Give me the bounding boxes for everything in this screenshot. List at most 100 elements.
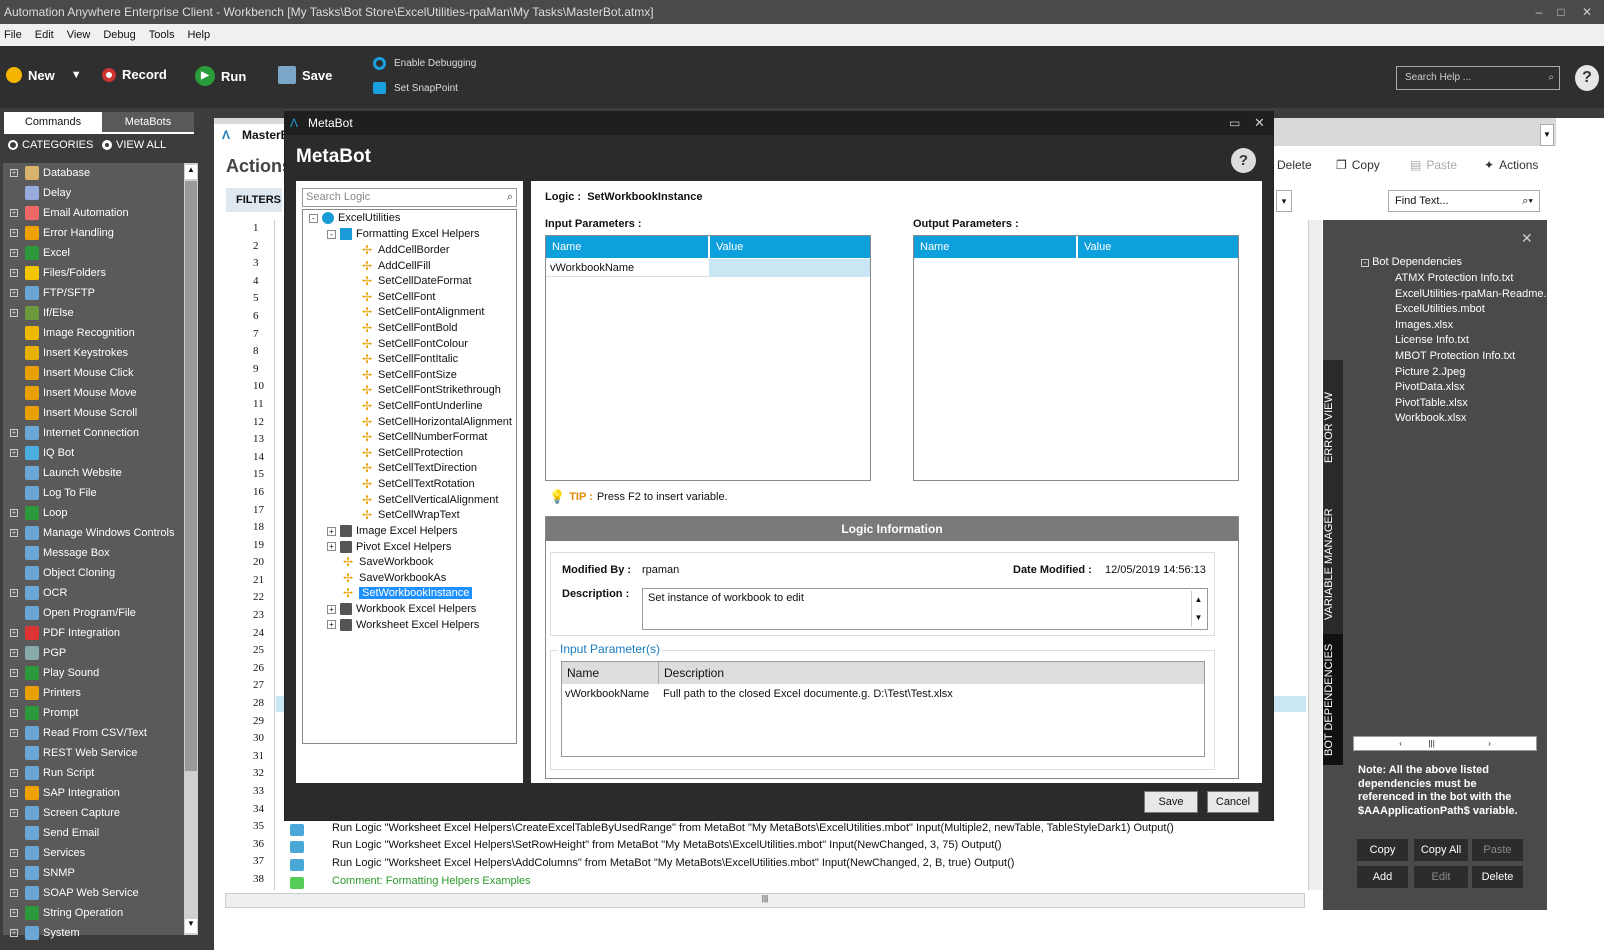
- scroll-up-icon[interactable]: ▲: [185, 165, 197, 179]
- dependency-item[interactable]: ExcelUtilities.mbot: [1395, 303, 1485, 315]
- tree-folder-formatting[interactable]: - Formatting Excel Helpers: [327, 228, 480, 240]
- expand-icon[interactable]: +: [10, 429, 18, 437]
- expand-icon[interactable]: +: [10, 929, 18, 937]
- tree-folder-workbook-excel-helpers[interactable]: + Workbook Excel Helpers: [327, 603, 476, 615]
- tab-dropdown-icon[interactable]: ▼: [1540, 124, 1554, 146]
- code-line[interactable]: Comment: Formatting Helpers Examples: [332, 875, 531, 887]
- tree-logic-setworkbookinstance[interactable]: ✢ SetWorkbookInstance: [343, 587, 473, 600]
- command-pgp[interactable]: + PGP: [3, 643, 187, 663]
- dependency-item[interactable]: PivotData.xlsx: [1395, 381, 1465, 393]
- command-sap-integration[interactable]: + SAP Integration: [3, 783, 187, 803]
- tree-logic-setcellfontsize[interactable]: ✢ SetCellFontSize: [362, 369, 457, 381]
- tab-masterbot[interactable]: Λ MasterBot: [214, 124, 301, 146]
- command-insert-mouse-move[interactable]: Insert Mouse Move: [3, 383, 187, 403]
- command-iq-bot[interactable]: + IQ Bot: [3, 443, 187, 463]
- chevron-down-icon[interactable]: ▼: [71, 69, 82, 81]
- collapse-icon[interactable]: -: [309, 213, 318, 223]
- delete-button[interactable]: Delete: [1472, 866, 1523, 888]
- copy-all-button[interactable]: Copy All: [1414, 839, 1468, 861]
- dialog-minimize-icon[interactable]: ▭: [1229, 111, 1240, 135]
- input-row-value-field[interactable]: [709, 259, 870, 277]
- paste-button[interactable]: Paste: [1472, 839, 1523, 861]
- code-line[interactable]: Run Logic "Worksheet Excel Helpers\AddCo…: [332, 857, 1014, 869]
- scroll-down-icon[interactable]: ▼: [185, 919, 197, 933]
- expand-icon[interactable]: +: [10, 209, 18, 217]
- expand-icon[interactable]: +: [10, 629, 18, 637]
- tree-logic-setcellhorizontalalignment[interactable]: ✢ SetCellHorizontalAlignment: [362, 416, 512, 428]
- help-icon[interactable]: ?: [1575, 65, 1599, 91]
- code-line[interactable]: Run Logic "Worksheet Excel Helpers\Creat…: [332, 822, 1174, 834]
- tree-logic-setcellfontalignment[interactable]: ✢ SetCellFontAlignment: [362, 306, 484, 318]
- tree-logic-setcellnumberformat[interactable]: ✢ SetCellNumberFormat: [362, 431, 487, 443]
- enable-debugging-button[interactable]: Enable Debugging: [373, 57, 476, 70]
- expand-icon[interactable]: +: [327, 620, 336, 630]
- delete-tool[interactable]: Delete: [1277, 158, 1312, 172]
- command-launch-website[interactable]: Launch Website: [3, 463, 187, 483]
- filter-dropdown-icon[interactable]: ▾: [1276, 190, 1292, 212]
- search-help-input[interactable]: Search Help ... ⌕: [1396, 66, 1560, 90]
- copy-tool[interactable]: ❐ Copy: [1336, 158, 1380, 172]
- expand-icon[interactable]: +: [10, 909, 18, 917]
- expand-icon[interactable]: +: [10, 529, 18, 537]
- dependency-item[interactable]: License Info.txt: [1395, 334, 1469, 346]
- dependency-item[interactable]: PivotTable.xlsx: [1395, 397, 1468, 409]
- record-button[interactable]: Record: [102, 67, 167, 82]
- command-services[interactable]: + Services: [3, 843, 187, 863]
- command-list-scrollbar[interactable]: ▲ ▼: [184, 163, 198, 935]
- expand-icon[interactable]: +: [10, 669, 18, 677]
- tree-logic-saveworkbook[interactable]: ✢ SaveWorkbook: [343, 556, 433, 568]
- minimize-icon[interactable]: –: [1530, 0, 1548, 24]
- menu-debug[interactable]: Debug: [99, 29, 144, 41]
- dependency-item[interactable]: Workbook.xlsx: [1395, 412, 1466, 424]
- dependency-item[interactable]: MBOT Protection Info.txt: [1395, 350, 1515, 362]
- command-insert-keystrokes[interactable]: Insert Keystrokes: [3, 343, 187, 363]
- search-logic-input[interactable]: Search Logic ⌕: [302, 188, 517, 207]
- tree-root[interactable]: - ExcelUtilities: [309, 212, 400, 224]
- command-delay[interactable]: Delay: [3, 183, 187, 203]
- tree-folder-image-excel-helpers[interactable]: + Image Excel Helpers: [327, 525, 458, 537]
- expand-icon[interactable]: +: [10, 809, 18, 817]
- command-string-operation[interactable]: + String Operation: [3, 903, 187, 923]
- command-read-from-csv-text[interactable]: + Read From CSV/Text: [3, 723, 187, 743]
- code-line[interactable]: Run Logic "Worksheet Excel Helpers\SetRo…: [332, 839, 1002, 851]
- command-object-cloning[interactable]: Object Cloning: [3, 563, 187, 583]
- dependency-item[interactable]: Picture 2.Jpeg: [1395, 366, 1465, 378]
- search-icon[interactable]: ⌕: [1548, 67, 1554, 89]
- tree-logic-saveworkbookas[interactable]: ✢ SaveWorkbookAs: [343, 572, 446, 584]
- tree-logic-setcellfontcolour[interactable]: ✢ SetCellFontColour: [362, 338, 468, 350]
- expand-icon[interactable]: +: [10, 789, 18, 797]
- command-ftp-sftp[interactable]: + FTP/SFTP: [3, 283, 187, 303]
- maximize-icon[interactable]: □: [1552, 0, 1570, 24]
- command-files-folders[interactable]: + Files/Folders: [3, 263, 187, 283]
- command-prompt[interactable]: + Prompt: [3, 703, 187, 723]
- set-snappoint-button[interactable]: Set SnapPoint: [373, 82, 458, 94]
- command-image-recognition[interactable]: Image Recognition: [3, 323, 187, 343]
- tree-logic-setcellfontstrikethrough[interactable]: ✢ SetCellFontStrikethrough: [362, 384, 501, 396]
- command-if-else[interactable]: + If/Else: [3, 303, 187, 323]
- expand-icon[interactable]: +: [10, 689, 18, 697]
- command-pdf-integration[interactable]: + PDF Integration: [3, 623, 187, 643]
- code-vscrollbar[interactable]: [1308, 220, 1322, 890]
- dialog-help-icon[interactable]: ?: [1231, 148, 1256, 173]
- radio-view-all[interactable]: VIEW ALL: [102, 139, 166, 151]
- command-email-automation[interactable]: + Email Automation: [3, 203, 187, 223]
- expand-icon[interactable]: +: [327, 604, 336, 614]
- expand-icon[interactable]: +: [10, 229, 18, 237]
- scroll-thumb[interactable]: [185, 181, 197, 771]
- expand-icon[interactable]: +: [10, 889, 18, 897]
- dependencies-root[interactable]: - Bot Dependencies: [1361, 256, 1462, 268]
- tree-logic-setcelltextrotation[interactable]: ✢ SetCellTextRotation: [362, 478, 475, 490]
- save-button[interactable]: Save: [1144, 791, 1198, 813]
- tree-logic-setcelltextdirection[interactable]: ✢ SetCellTextDirection: [362, 462, 477, 474]
- command-database[interactable]: + Database: [3, 163, 187, 183]
- edit-button[interactable]: Edit: [1414, 866, 1468, 888]
- filters-button[interactable]: FILTERS: [226, 188, 282, 212]
- close-panel-icon[interactable]: ✕: [1521, 230, 1533, 247]
- tree-logic-setcellfontitalic[interactable]: ✢ SetCellFontItalic: [362, 353, 458, 365]
- tab-error-view[interactable]: ERROR VIEW: [1323, 360, 1343, 495]
- expand-icon[interactable]: +: [10, 169, 18, 177]
- expand-icon[interactable]: +: [10, 709, 18, 717]
- cancel-button[interactable]: Cancel: [1207, 791, 1259, 813]
- dependency-item[interactable]: Images.xlsx: [1395, 319, 1453, 331]
- find-text-input[interactable]: Find Text... ⌕▾: [1388, 190, 1540, 212]
